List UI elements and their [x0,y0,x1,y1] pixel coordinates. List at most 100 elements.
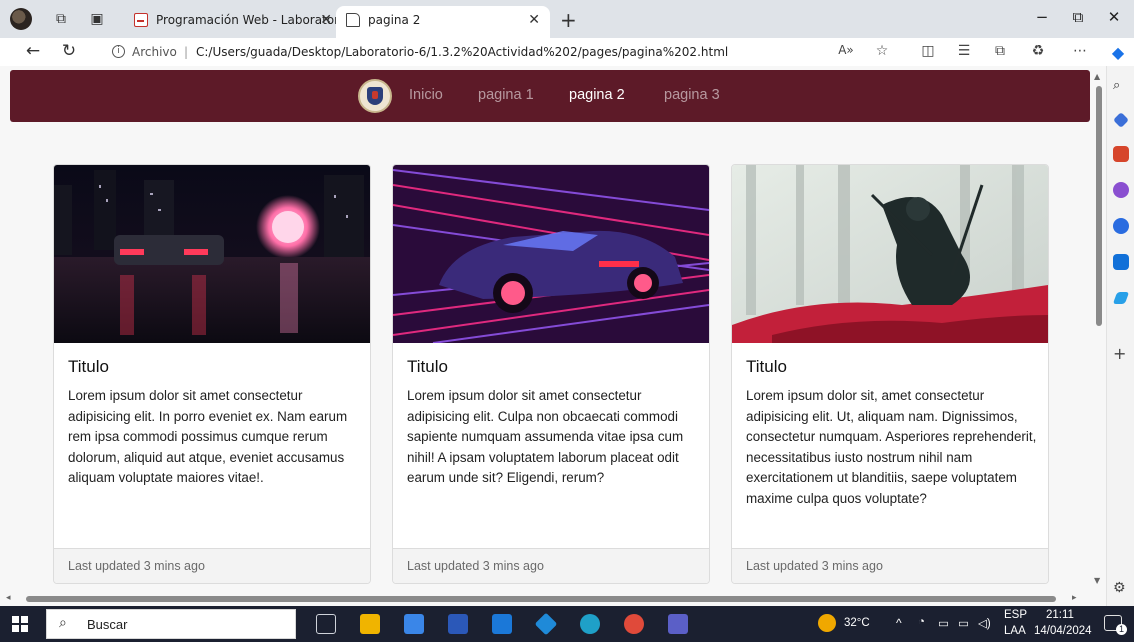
page-file-icon [346,13,360,27]
mail-icon[interactable] [492,614,512,634]
card-footer: Last updated 3 mins ago [732,548,1048,583]
tray-battery-icon[interactable]: ▭ [958,616,969,630]
tray-volume-icon[interactable]: ◁) [978,616,991,630]
page-viewport: Inicio pagina 1 pagina 2 pagina 3 Titulo… [0,66,1106,606]
info-icon[interactable]: i [112,45,125,58]
favorite-star-icon[interactable]: ☆ [872,43,892,59]
clock-date[interactable]: 14/04/2024 [1034,625,1092,637]
teams-icon[interactable] [668,614,688,634]
microsoft-store-icon[interactable] [404,614,424,634]
tab-label: pagina 2 [368,13,421,27]
site-logo-crest-icon[interactable] [358,79,392,113]
scroll-right-arrow-icon[interactable]: ▸ [1072,593,1077,603]
tab-label: Programación Web - Laboratorio [156,13,342,27]
more-options-icon[interactable]: ⋯ [1070,43,1090,59]
card-1: Titulo Lorem ipsum dolor sit amet consec… [53,164,371,584]
workspaces-icon[interactable]: ⧉ [52,10,70,28]
sidebar-send-icon[interactable] [1112,292,1130,304]
browser-toolbar: ← ↻ i Archivo | C:/Users/guada/Desktop/L… [0,38,1134,66]
scroll-up-arrow-icon[interactable]: ▲ [1094,72,1100,81]
extensions-icon[interactable]: ♻ [1028,43,1048,59]
tray-network-icon[interactable]: ◔ [918,616,925,628]
card-text: Lorem ipsum dolor sit amet consectetur a… [407,388,684,485]
card-footer: Last updated 3 mins ago [393,548,709,583]
tab-close-icon[interactable]: ✕ [320,6,332,34]
windows-taskbar: ⌕ Buscar 32°C ^ ◔ ▭ ▭ ◁) ESP LAA 21:11 1… [0,606,1134,642]
scroll-left-arrow-icon[interactable]: ◂ [6,593,11,603]
language-code[interactable]: ESP [1004,609,1027,621]
chrome-icon[interactable] [624,614,644,634]
search-icon: ⌕ [59,615,67,631]
card-footer: Last updated 3 mins ago [54,548,370,583]
taskbar-search-box[interactable]: ⌕ Buscar [46,609,296,639]
favorites-list-icon[interactable]: ☰ [954,43,974,59]
pdf-file-icon [134,13,148,27]
edge-sidebar: ⌕ + ⚙ [1106,66,1134,606]
sidebar-outlook-icon[interactable] [1113,254,1129,270]
sidebar-search-icon[interactable]: ⌕ [1113,78,1129,94]
card-2: Titulo Lorem ipsum dolor sit amet consec… [392,164,710,584]
sidebar-shopping-icon[interactable] [1113,112,1129,128]
browser-tab-strip: ⧉ ▣ Programación Web - Laboratorio ✕ pag… [0,0,1134,38]
scroll-down-arrow-icon[interactable]: ▼ [1094,576,1100,585]
card-image-samurai-forest [732,165,1048,343]
reload-icon[interactable]: ↻ [58,41,80,61]
word-icon[interactable] [448,614,468,634]
sidebar-tools-icon[interactable] [1113,146,1129,162]
tray-display-icon[interactable]: ▭ [938,616,949,630]
tab-pagina-2[interactable]: pagina 2 ✕ [336,6,550,38]
edge-icon[interactable] [580,614,600,634]
nav-link-pagina-1[interactable]: pagina 1 [478,87,534,103]
copilot-icon[interactable]: ◆ [1108,43,1128,62]
card-text: Lorem ipsum dolor sit, amet consectetur … [746,388,1037,506]
task-view-icon[interactable] [316,614,336,634]
card-title: Titulo [746,357,787,376]
tray-chevron-up-icon[interactable]: ^ [896,616,902,630]
vertical-scroll-thumb[interactable] [1096,86,1102,326]
profile-avatar-icon[interactable] [10,8,32,30]
vscode-icon[interactable] [534,612,558,636]
weather-temperature[interactable]: 32°C [844,617,870,629]
nav-link-inicio[interactable]: Inicio [409,87,443,103]
card-3: Titulo Lorem ipsum dolor sit, amet conse… [731,164,1049,584]
card-image-night-street [54,165,370,343]
horizontal-scroll-thumb[interactable] [26,596,1056,602]
address-scheme: Archivo [132,45,177,59]
nav-link-pagina-3[interactable]: pagina 3 [664,87,720,103]
vertical-scrollbar[interactable]: ▲ ▼ [1092,66,1106,592]
windows-start-icon[interactable] [12,616,28,632]
tab-laboratorio[interactable]: Programación Web - Laboratorio ✕ [124,6,342,38]
nav-link-pagina-2[interactable]: pagina 2 [569,87,625,103]
sidebar-games-icon[interactable] [1113,218,1129,234]
horizontal-scrollbar[interactable]: ◂ ▸ [0,592,1092,606]
sidebar-add-icon[interactable]: + [1113,346,1129,362]
collections-icon[interactable]: ⧉ [990,43,1010,59]
card-footer-text: Last updated 3 mins ago [746,559,883,573]
notification-count-badge: 1 [1116,624,1127,635]
read-aloud-icon[interactable]: A» [836,43,856,57]
minimize-button[interactable]: − [1032,8,1052,26]
card-text: Lorem ipsum dolor sit amet consectetur a… [68,388,348,485]
new-tab-icon[interactable]: + [560,8,577,32]
weather-icon[interactable] [818,614,836,632]
back-arrow-icon[interactable]: ← [22,41,44,61]
card-title: Titulo [68,357,109,376]
keyboard-layout[interactable]: LAA [1004,625,1026,637]
address-url[interactable]: C:/Users/guada/Desktop/Laboratorio-6/1.3… [196,40,728,64]
tab-close-icon[interactable]: ✕ [528,6,540,34]
close-window-button[interactable]: ✕ [1104,8,1124,26]
sidebar-settings-icon[interactable]: ⚙ [1113,580,1129,596]
site-navbar: Inicio pagina 1 pagina 2 pagina 3 [10,70,1090,122]
sidebar-people-icon[interactable] [1113,182,1129,198]
maximize-button[interactable]: ⧉ [1068,8,1088,26]
card-footer-text: Last updated 3 mins ago [407,559,544,573]
address-bar[interactable]: i Archivo | C:/Users/guada/Desktop/Labor… [96,40,896,64]
taskbar-search-label: Buscar [87,617,128,632]
address-separator: | [184,45,189,59]
card-image-synthwave-car [393,165,709,343]
file-explorer-icon[interactable] [360,614,380,634]
tab-actions-icon[interactable]: ▣ [88,10,106,28]
split-screen-icon[interactable]: ◫ [918,43,938,59]
card-footer-text: Last updated 3 mins ago [68,559,205,573]
clock-time[interactable]: 21:11 [1046,609,1074,621]
